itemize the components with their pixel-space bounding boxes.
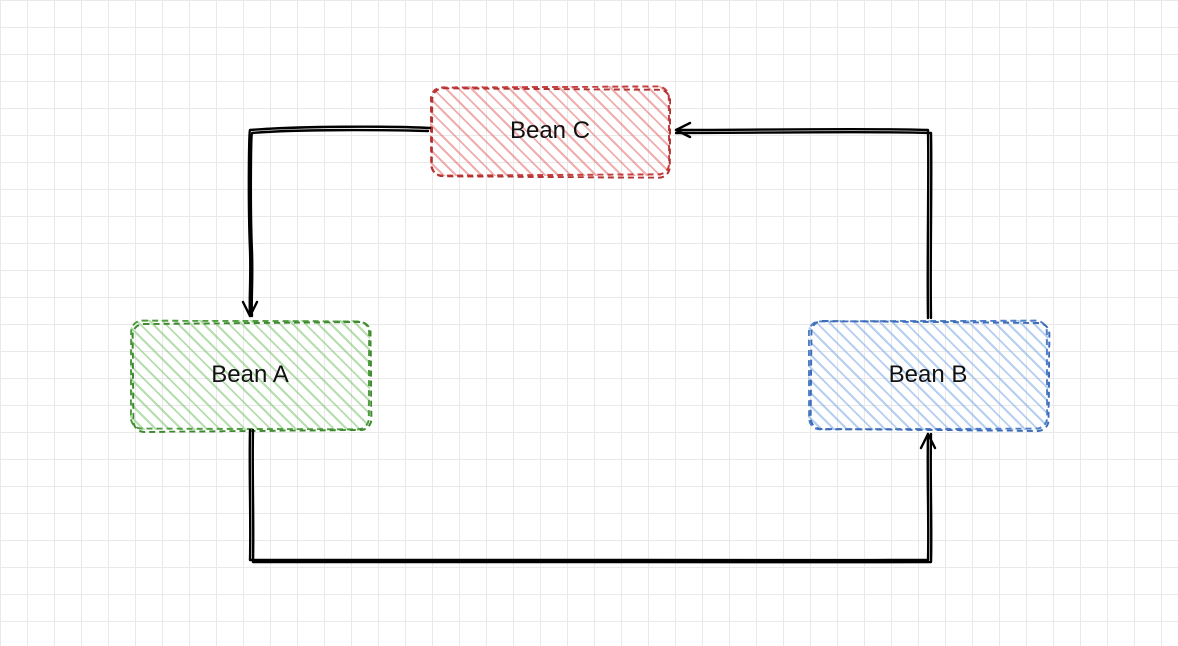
node-label: Bean A xyxy=(201,359,298,391)
node-bean-c[interactable]: Bean C xyxy=(430,86,670,176)
node-bean-b[interactable]: Bean B xyxy=(808,320,1048,430)
edge-a-to-b xyxy=(250,430,935,563)
node-label: Bean C xyxy=(500,115,600,147)
edge-b-to-c xyxy=(676,123,931,318)
node-label: Bean B xyxy=(879,359,978,391)
diagram-canvas: Bean C Bean A Bean B xyxy=(0,0,1178,646)
node-bean-a[interactable]: Bean A xyxy=(130,320,370,430)
edge-c-to-a xyxy=(243,127,430,316)
